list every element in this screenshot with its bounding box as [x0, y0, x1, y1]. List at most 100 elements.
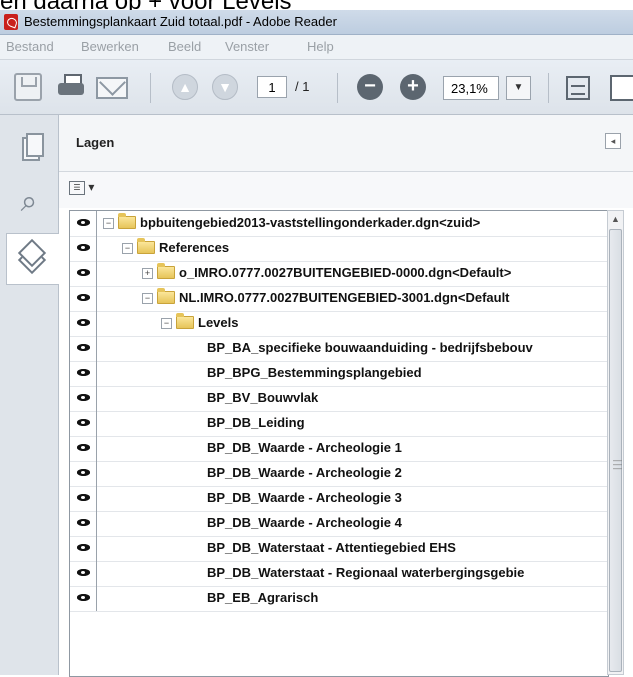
menu-bestand[interactable]: Bestand — [6, 39, 54, 54]
layer-label: BP_DB_Waarde - Archeologie 1 — [207, 440, 402, 455]
visibility-eye-icon[interactable] — [70, 211, 97, 236]
toolbar-divider — [150, 73, 151, 103]
page-total: / 1 — [295, 79, 310, 94]
layer-tree: − bpbuitengebied2013-vaststellingonderka… — [69, 210, 609, 677]
tree-row[interactable]: BP_DB_Waarde - Archeologie 3 — [70, 486, 608, 512]
layers-icon[interactable] — [6, 233, 59, 285]
layer-label: Levels — [198, 315, 239, 330]
layer-label: References — [159, 240, 230, 255]
tree-row[interactable]: BP_DB_Waterstaat - Attentiegebied EHS — [70, 536, 608, 562]
tree-row[interactable]: BP_DB_Waarde - Archeologie 1 — [70, 436, 608, 462]
tree-row[interactable]: − Levels — [70, 311, 608, 337]
layer-label: BP_DB_Waterstaat - Attentiegebied EHS — [207, 540, 456, 555]
tree-row[interactable]: BP_DB_Leiding — [70, 411, 608, 437]
scroll-thumb[interactable]: — — — — [609, 229, 622, 672]
layer-label: BP_DB_Waarde - Archeologie 4 — [207, 515, 402, 530]
fit-width-icon[interactable] — [566, 76, 590, 100]
layers-panel: Lagen ◂ ☰ ▾ − bpbuitengebied2013-vastste… — [59, 115, 633, 677]
visibility-eye-icon[interactable] — [70, 436, 97, 461]
layer-label: BP_BV_Bouwvlak — [207, 390, 319, 405]
tree-row[interactable]: BP_DB_Waterstaat - Regionaal waterbergin… — [70, 561, 608, 587]
tree-row[interactable]: BP_EB_Agrarisch — [70, 586, 608, 612]
collapse-panel-icon[interactable]: ◂ — [605, 133, 621, 149]
email-icon[interactable] — [96, 77, 128, 99]
folder-icon — [157, 288, 175, 304]
toolbar: ▲ ▼ 1 / 1 − + 23,1% ▼ — [0, 60, 633, 115]
expand-icon[interactable]: + — [142, 268, 153, 279]
layer-label: BP_DB_Waterstaat - Regionaal waterbergin… — [207, 565, 525, 580]
layer-label: NL.IMRO.0777.0027BUITENGEBIED-3001.dgn<D… — [179, 290, 510, 305]
navigation-pane: ⌕ — [0, 115, 59, 675]
visibility-eye-icon[interactable] — [70, 561, 97, 586]
collapse-icon[interactable]: − — [122, 243, 133, 254]
zoom-level-input[interactable]: 23,1% — [443, 76, 499, 100]
visibility-eye-icon[interactable] — [70, 461, 97, 486]
previous-page-icon[interactable]: ▲ — [172, 74, 198, 100]
scroll-grip-icon: — — — — [613, 455, 622, 473]
layer-label: BP_BA_specifieke bouwaanduiding - bedrij… — [207, 340, 533, 355]
attachments-icon[interactable]: ⌕ — [8, 181, 50, 223]
zoom-in-icon[interactable]: + — [400, 74, 426, 100]
save-icon[interactable] — [14, 73, 42, 101]
collapse-icon[interactable]: − — [103, 218, 114, 229]
visibility-eye-icon[interactable] — [70, 586, 97, 611]
folder-icon — [176, 313, 194, 329]
next-page-icon[interactable]: ▼ — [212, 74, 238, 100]
vertical-scrollbar[interactable]: ▲ — — — — [607, 210, 624, 675]
layer-label: bpbuitengebied2013-vaststellingonderkade… — [140, 215, 481, 230]
tree-row[interactable]: + o_IMRO.0777.0027BUITENGEBIED-0000.dgn<… — [70, 261, 608, 287]
visibility-eye-icon[interactable] — [70, 386, 97, 411]
visibility-eye-icon[interactable] — [70, 236, 97, 261]
layer-label: BP_DB_Waarde - Archeologie 2 — [207, 465, 402, 480]
options-menu-icon[interactable]: ☰ ▾ — [69, 180, 99, 198]
panel-title: Lagen — [76, 135, 115, 150]
page-thumbnails-icon[interactable] — [8, 130, 50, 172]
visibility-eye-icon[interactable] — [70, 486, 97, 511]
window-title: Bestemmingsplankaart Zuid totaal.pdf - A… — [24, 14, 337, 29]
zoom-out-icon[interactable]: − — [357, 74, 383, 100]
folder-icon — [157, 263, 175, 279]
fit-page-icon[interactable] — [610, 75, 633, 101]
tree-row[interactable]: BP_BPG_Bestemmingsplangebied — [70, 361, 608, 387]
visibility-eye-icon[interactable] — [70, 336, 97, 361]
tree-row[interactable]: BP_DB_Waarde - Archeologie 2 — [70, 461, 608, 487]
toolbar-divider — [548, 73, 549, 103]
zoom-dropdown-icon[interactable]: ▼ — [506, 76, 531, 100]
layer-label: o_IMRO.0777.0027BUITENGEBIED-0000.dgn<De… — [179, 265, 512, 280]
menu-venster[interactable]: Venster — [225, 39, 269, 54]
visibility-eye-icon[interactable] — [70, 511, 97, 536]
tree-row[interactable]: BP_BA_specifieke bouwaanduiding - bedrij… — [70, 336, 608, 362]
tree-row[interactable]: − References — [70, 236, 608, 262]
tree-row[interactable]: − NL.IMRO.0777.0027BUITENGEBIED-3001.dgn… — [70, 286, 608, 312]
visibility-eye-icon[interactable] — [70, 261, 97, 286]
folder-icon — [137, 238, 155, 254]
caption-text: en daarna op + voor Levels — [0, 0, 292, 15]
visibility-eye-icon[interactable] — [70, 411, 97, 436]
visibility-eye-icon[interactable] — [70, 361, 97, 386]
print-icon[interactable] — [57, 73, 85, 101]
page-number-input[interactable]: 1 — [257, 76, 287, 98]
layer-options-bar: ☰ ▾ — [59, 172, 633, 208]
scroll-up-icon[interactable]: ▲ — [608, 211, 623, 228]
layer-label: BP_BPG_Bestemmingsplangebied — [207, 365, 422, 380]
tree-row[interactable]: BP_BV_Bouwvlak — [70, 386, 608, 412]
folder-icon — [118, 213, 136, 229]
layer-label: BP_DB_Leiding — [207, 415, 305, 430]
title-bar: Bestemmingsplankaart Zuid totaal.pdf - A… — [0, 10, 633, 35]
visibility-eye-icon[interactable] — [70, 311, 97, 336]
menu-bar: Bestand Bewerken Beeld Venster Help — [0, 35, 633, 60]
menu-bewerken[interactable]: Bewerken — [81, 39, 139, 54]
toolbar-divider — [337, 73, 338, 103]
visibility-eye-icon[interactable] — [70, 536, 97, 561]
menu-help[interactable]: Help — [307, 39, 334, 54]
tree-row[interactable]: BP_DB_Waarde - Archeologie 4 — [70, 511, 608, 537]
menu-beeld[interactable]: Beeld — [168, 39, 201, 54]
adobe-reader-icon — [4, 14, 18, 30]
layer-label: BP_EB_Agrarisch — [207, 590, 319, 605]
tree-row[interactable]: − bpbuitengebied2013-vaststellingonderka… — [70, 211, 608, 237]
collapse-icon[interactable]: − — [142, 293, 153, 304]
visibility-eye-icon[interactable] — [70, 286, 97, 311]
layer-label: BP_DB_Waarde - Archeologie 3 — [207, 490, 402, 505]
panel-header: Lagen ◂ — [59, 115, 633, 172]
collapse-icon[interactable]: − — [161, 318, 172, 329]
